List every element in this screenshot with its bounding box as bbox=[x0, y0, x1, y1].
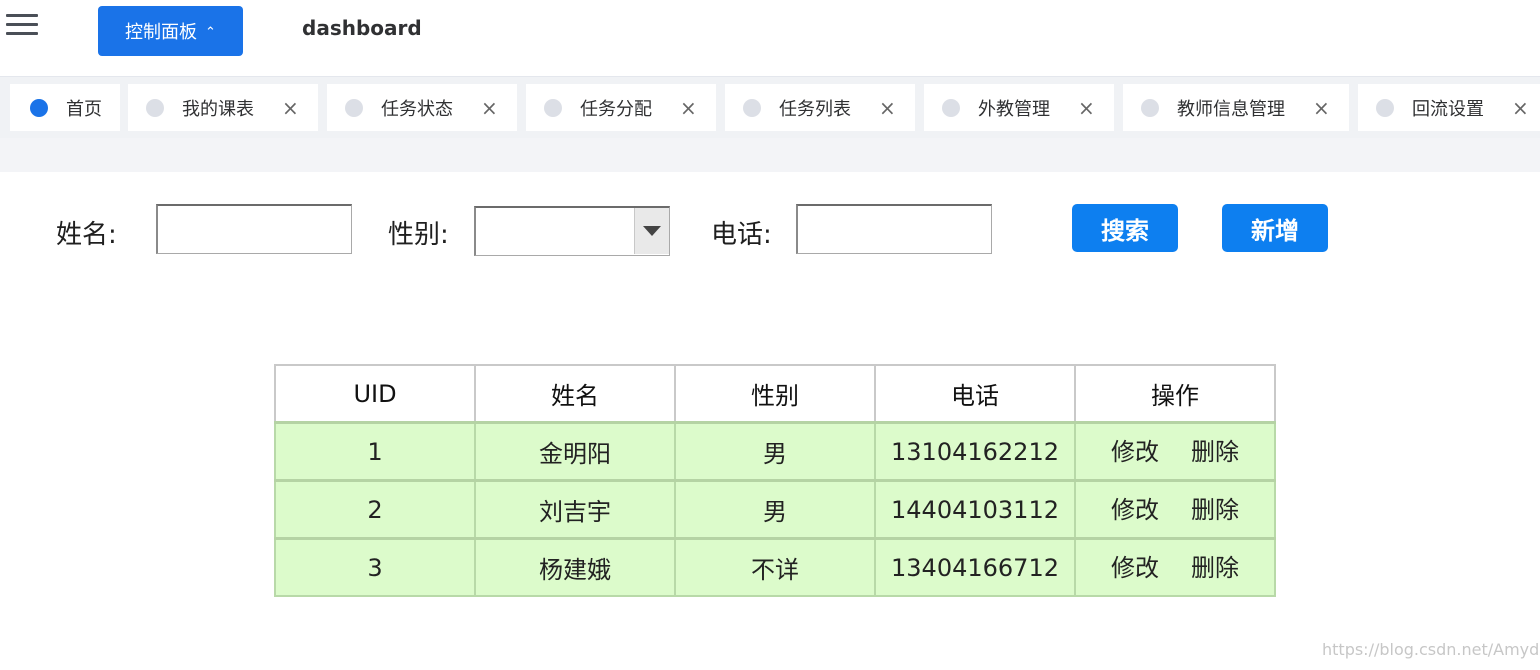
hamburger-menu-icon[interactable] bbox=[6, 14, 38, 38]
tags-bar: 首页 我的课表 × 任务状态 × 任务分配 × 任务列表 × 外教管理 × 教师… bbox=[0, 76, 1540, 138]
delete-link[interactable]: 删除 bbox=[1191, 432, 1239, 467]
cell-name: 金明阳 bbox=[474, 421, 676, 482]
tag-teacher-info[interactable]: 教师信息管理 × bbox=[1123, 84, 1349, 131]
tag-label: 教师信息管理 bbox=[1177, 98, 1285, 120]
cell-gender: 不详 bbox=[674, 537, 876, 597]
cell-actions: 修改 删除 bbox=[1074, 537, 1276, 597]
tag-label: 回流设置 bbox=[1412, 98, 1484, 120]
cell-name: 杨建娥 bbox=[474, 537, 676, 597]
add-button[interactable]: 新增 bbox=[1222, 204, 1328, 252]
tag-dot-icon bbox=[146, 98, 164, 117]
tag-label: 首页 bbox=[66, 98, 102, 120]
control-panel-label: 控制面板 bbox=[125, 22, 198, 43]
column-header-uid: UID bbox=[274, 364, 476, 424]
tag-dot-icon bbox=[30, 98, 48, 117]
gender-label: 性别: bbox=[388, 220, 449, 250]
close-icon[interactable]: × bbox=[1313, 98, 1330, 118]
close-icon[interactable]: × bbox=[1078, 98, 1095, 118]
tag-dot-icon bbox=[743, 98, 761, 117]
name-label: 姓名: bbox=[56, 220, 117, 250]
close-icon[interactable]: × bbox=[879, 98, 896, 118]
edit-link[interactable]: 修改 bbox=[1111, 432, 1159, 467]
tag-home[interactable]: 首页 bbox=[10, 84, 120, 131]
close-icon[interactable]: × bbox=[680, 98, 697, 118]
tag-label: 任务分配 bbox=[580, 98, 652, 120]
name-input[interactable] bbox=[156, 204, 352, 254]
tag-label: 任务状态 bbox=[381, 98, 453, 120]
cell-uid: 2 bbox=[274, 479, 476, 540]
column-header-gender: 性别 bbox=[674, 364, 876, 424]
cell-name: 刘吉宇 bbox=[474, 479, 676, 540]
edit-link[interactable]: 修改 bbox=[1111, 548, 1159, 583]
tag-task-list[interactable]: 任务列表 × bbox=[725, 84, 915, 131]
tag-dot-icon bbox=[1376, 98, 1394, 117]
tag-dot-icon bbox=[942, 98, 960, 117]
top-header: 控制面板 ⌃ dashboard bbox=[0, 0, 1540, 76]
column-header-phone: 电话 bbox=[874, 364, 1076, 424]
breadcrumb: dashboard bbox=[302, 16, 422, 40]
user-table: UID 姓名 性别 电话 操作 1 金明阳 男 13104162212 修改 删除… bbox=[274, 364, 1276, 597]
cell-actions: 修改 删除 bbox=[1074, 479, 1276, 540]
phone-label: 电话: bbox=[711, 220, 772, 250]
content-divider bbox=[0, 138, 1540, 172]
tag-label: 我的课表 bbox=[182, 98, 254, 120]
tag-foreign-teacher[interactable]: 外教管理 × bbox=[924, 84, 1114, 131]
cell-uid: 1 bbox=[274, 421, 476, 482]
tag-label: 外教管理 bbox=[978, 98, 1050, 120]
cell-gender: 男 bbox=[674, 479, 876, 540]
edit-link[interactable]: 修改 bbox=[1111, 490, 1159, 525]
cell-phone: 13404166712 bbox=[874, 537, 1076, 597]
cell-phone: 14404103112 bbox=[874, 479, 1076, 540]
table-row: 3 杨建娥 不详 13404166712 修改 删除 bbox=[274, 537, 1276, 597]
tag-reflow-settings[interactable]: 回流设置 × bbox=[1358, 84, 1540, 131]
tag-dot-icon bbox=[544, 98, 562, 117]
chevron-up-icon: ⌃ bbox=[205, 24, 216, 40]
close-icon[interactable]: × bbox=[282, 98, 299, 118]
tag-dot-icon bbox=[345, 98, 363, 117]
cell-actions: 修改 删除 bbox=[1074, 421, 1276, 482]
column-header-actions: 操作 bbox=[1074, 364, 1276, 424]
table-header-row: UID 姓名 性别 电话 操作 bbox=[274, 364, 1276, 424]
dropdown-arrow-icon[interactable] bbox=[634, 208, 669, 254]
control-panel-button[interactable]: 控制面板 ⌃ bbox=[98, 6, 243, 56]
tag-task-status[interactable]: 任务状态 × bbox=[327, 84, 517, 131]
tag-my-schedule[interactable]: 我的课表 × bbox=[128, 84, 318, 131]
watermark: https://blog.csdn.net/Amydom bbox=[1322, 640, 1540, 659]
tag-task-assign[interactable]: 任务分配 × bbox=[526, 84, 716, 131]
cell-gender: 男 bbox=[674, 421, 876, 482]
tag-label: 任务列表 bbox=[779, 98, 851, 120]
close-icon[interactable]: × bbox=[1512, 98, 1529, 118]
table-row: 2 刘吉宇 男 14404103112 修改 删除 bbox=[274, 479, 1276, 540]
gender-select[interactable] bbox=[474, 206, 670, 256]
delete-link[interactable]: 删除 bbox=[1191, 490, 1239, 525]
cell-uid: 3 bbox=[274, 537, 476, 597]
phone-input[interactable] bbox=[796, 204, 992, 254]
search-button[interactable]: 搜索 bbox=[1072, 204, 1178, 252]
table-row: 1 金明阳 男 13104162212 修改 删除 bbox=[274, 421, 1276, 482]
column-header-name: 姓名 bbox=[474, 364, 676, 424]
tag-dot-icon bbox=[1141, 98, 1159, 117]
delete-link[interactable]: 删除 bbox=[1191, 548, 1239, 583]
close-icon[interactable]: × bbox=[481, 98, 498, 118]
cell-phone: 13104162212 bbox=[874, 421, 1076, 482]
